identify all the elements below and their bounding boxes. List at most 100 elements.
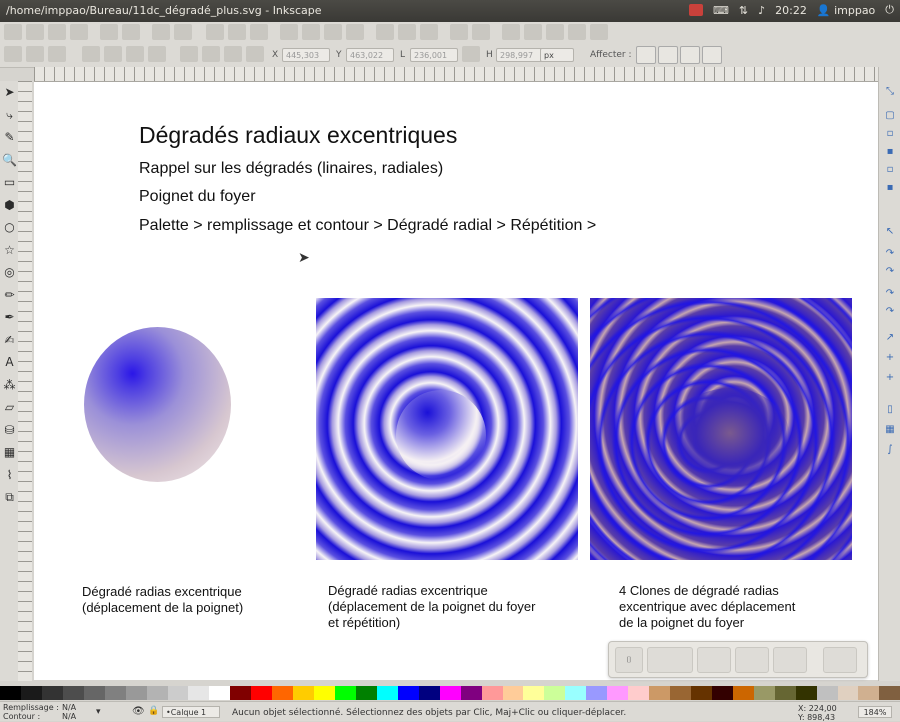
lock-icon[interactable]: 🔒 [148, 706, 159, 716]
tweak-icon[interactable]: ✎ [2, 130, 17, 145]
palette-swatch[interactable] [125, 686, 147, 700]
keyboard-icon[interactable]: ⌨ [713, 4, 729, 17]
palette-swatch[interactable] [104, 686, 126, 700]
floating-button-2[interactable] [697, 647, 731, 673]
palette-swatch[interactable] [858, 686, 880, 700]
print-icon[interactable] [70, 24, 88, 40]
select-icon[interactable]: ➤ [2, 85, 17, 100]
palette-swatch[interactable] [83, 686, 105, 700]
palette-swatch[interactable] [795, 686, 817, 700]
unit-select[interactable]: px [540, 48, 574, 62]
new-document-icon[interactable] [4, 24, 22, 40]
palette-swatch[interactable] [502, 686, 524, 700]
save-icon[interactable] [48, 24, 66, 40]
ungroup-icon[interactable] [472, 24, 490, 40]
palette-swatch[interactable] [272, 686, 294, 700]
palette-swatch[interactable] [879, 686, 900, 700]
horizontal-ruler[interactable] [34, 67, 878, 82]
palette-swatch[interactable] [41, 686, 63, 700]
zoom-drawing-icon[interactable] [302, 24, 320, 40]
dropper-icon[interactable]: ⌇ [2, 468, 17, 483]
snap-path-icon[interactable]: ↷ [883, 247, 897, 261]
lower-bottom-icon[interactable] [246, 46, 264, 62]
palette-swatch[interactable] [62, 686, 84, 700]
select-all-icon[interactable] [4, 46, 22, 62]
snap-bbox-corner-icon[interactable]: ▪ [883, 145, 897, 159]
fill-stroke-icon[interactable] [502, 24, 520, 40]
palette-swatch[interactable] [209, 686, 231, 700]
snap-bbox-mid-icon[interactable]: ▫ [883, 163, 897, 177]
snap-smooth-icon[interactable]: ↷ [883, 305, 897, 319]
move-gradients-toggle[interactable] [680, 46, 700, 64]
bucket-icon[interactable]: ⛁ [2, 423, 17, 438]
scale-corners-toggle[interactable] [658, 46, 678, 64]
zoom-field[interactable]: 184% [858, 706, 892, 718]
palette-swatch[interactable] [188, 686, 210, 700]
palette-swatch[interactable] [418, 686, 440, 700]
snap-intersection-icon[interactable]: ↷ [883, 265, 897, 279]
calligraphy-icon[interactable]: ✍ [2, 333, 17, 348]
layer-select[interactable]: •Calque 1 [162, 706, 220, 718]
undo-icon[interactable] [152, 24, 170, 40]
palette-swatch[interactable] [460, 686, 482, 700]
floating-button-1[interactable] [647, 647, 693, 673]
export-icon[interactable] [122, 24, 140, 40]
copy-icon[interactable] [206, 24, 224, 40]
snap-grid-icon[interactable]: ▦ [883, 423, 897, 437]
import-icon[interactable] [100, 24, 118, 40]
node-icon[interactable]: ⤷ [2, 108, 17, 123]
radial-gradient-circle[interactable] [84, 327, 231, 482]
rotate-cw-icon[interactable] [104, 46, 122, 62]
y-field[interactable]: 463,022 [346, 48, 394, 62]
palette-swatch[interactable] [293, 686, 315, 700]
drawing-canvas[interactable]: Dégradés radiaux excentriques Rappel sur… [34, 82, 878, 680]
palette-swatch[interactable] [837, 686, 859, 700]
duplicate-icon[interactable] [376, 24, 394, 40]
move-patterns-toggle[interactable] [702, 46, 722, 64]
snap-page-icon[interactable]: ▯ [883, 403, 897, 417]
palette-swatch[interactable] [251, 686, 273, 700]
palette-swatch[interactable] [355, 686, 377, 700]
snap-bbox-center-icon[interactable]: ▪ [883, 181, 897, 195]
palette-swatch[interactable] [565, 686, 587, 700]
network-icon[interactable]: ⇅ [739, 4, 748, 17]
palette-swatch[interactable] [167, 686, 189, 700]
cloned-gradient-square[interactable] [590, 298, 852, 560]
raise-icon[interactable] [202, 46, 220, 62]
palette-swatch[interactable] [670, 686, 691, 700]
palette-swatch[interactable] [335, 686, 356, 700]
w-field[interactable]: 236,001 [410, 48, 458, 62]
palette-swatch[interactable] [544, 686, 566, 700]
pen-icon[interactable]: ✒ [2, 310, 17, 325]
palette-swatch[interactable] [753, 686, 775, 700]
snap-guide-icon[interactable]: ∫ [883, 443, 897, 457]
notification-icon[interactable] [689, 4, 704, 16]
rect-icon[interactable]: ▭ [2, 175, 17, 190]
snap-bbox-edge-icon[interactable]: ▫ [883, 127, 897, 141]
vertical-ruler[interactable] [18, 81, 32, 681]
lock-ratio-icon[interactable] [462, 46, 480, 62]
palette-swatch[interactable] [481, 686, 503, 700]
palette-swatch[interactable] [146, 686, 168, 700]
unlink-clone-icon[interactable] [420, 24, 438, 40]
palette-swatch[interactable] [586, 686, 608, 700]
palette-swatch[interactable] [732, 686, 754, 700]
pencil-icon[interactable]: ✏ [2, 288, 17, 303]
xml-editor-icon[interactable] [546, 24, 564, 40]
fill-value[interactable]: N/A [62, 703, 76, 712]
palette-swatch[interactable] [0, 686, 21, 700]
palette-swatch[interactable] [230, 686, 252, 700]
palette-swatch[interactable] [607, 686, 629, 700]
snap-midpoint-icon[interactable]: ↗ [883, 331, 897, 345]
palette-swatch[interactable] [397, 686, 419, 700]
connector-icon[interactable]: ⧉ [2, 490, 17, 505]
raise-top-icon[interactable] [180, 46, 198, 62]
cut-icon[interactable] [228, 24, 246, 40]
flip-horizontal-icon[interactable] [126, 46, 144, 62]
palette-swatch[interactable] [20, 686, 42, 700]
ellipse-icon[interactable]: ○ [2, 220, 17, 235]
flip-vertical-icon[interactable] [148, 46, 166, 62]
palette-swatch[interactable] [376, 686, 398, 700]
3dbox-icon[interactable]: ⬢ [2, 198, 17, 213]
snap-enable-icon[interactable]: ⤡ [883, 85, 897, 99]
